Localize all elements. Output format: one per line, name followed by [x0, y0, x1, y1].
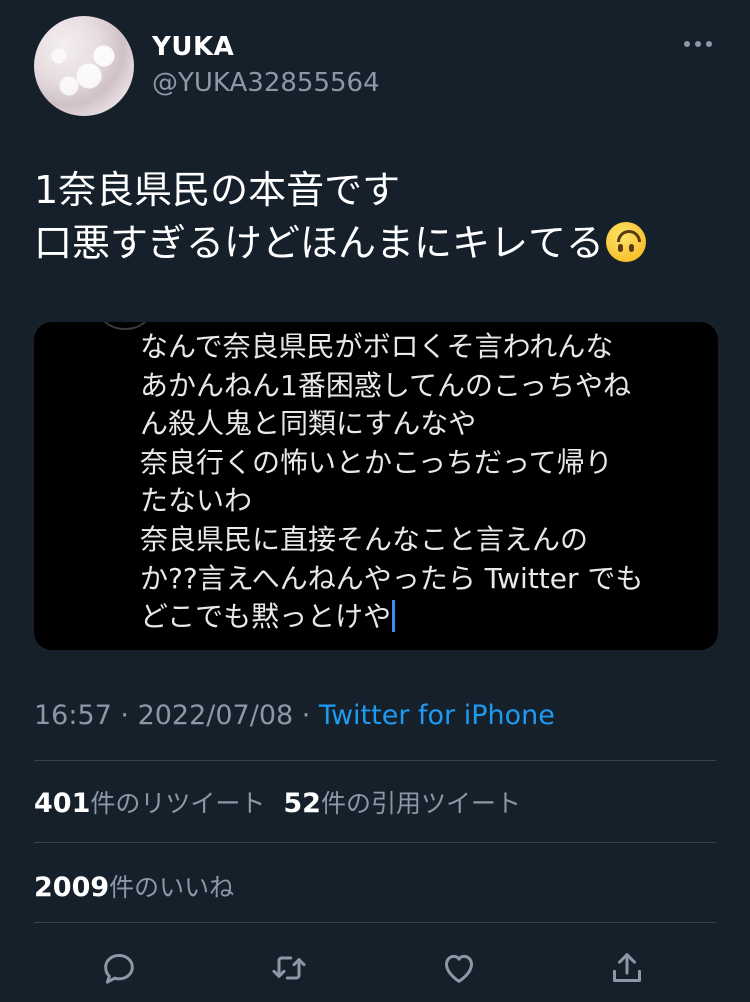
- quotes-count: 52: [283, 788, 321, 819]
- likes-count: 2009: [34, 872, 110, 903]
- tweet-text: 1奈良県民の本音です 口悪すぎるけどほんまにキレてる: [34, 164, 724, 270]
- display-name[interactable]: YUKA: [152, 32, 234, 62]
- media-line: なんで奈良県民がボロくそ言われんな: [140, 330, 614, 363]
- divider: [34, 842, 716, 843]
- like-icon: [445, 954, 473, 983]
- action-bar: [0, 940, 750, 996]
- like-button[interactable]: [437, 946, 481, 990]
- tweet-date: 2022/07/08: [137, 700, 294, 731]
- text-caret: [392, 600, 396, 633]
- tweet-time: 16:57: [34, 700, 112, 731]
- retweets-stat[interactable]: 401件のリツイート: [34, 788, 266, 819]
- divider: [34, 922, 716, 923]
- tweet-line: 口悪すぎるけどほんまにキレてる: [34, 221, 605, 265]
- reply-button[interactable]: [97, 946, 141, 990]
- tweet-line: 1奈良県民の本音です: [34, 168, 401, 212]
- retweets-count: 401: [34, 788, 91, 819]
- media-line: か??言えへんねんやったら Twitter でも: [140, 561, 644, 595]
- media-line: 奈良行くの怖いとかこっちだって帰り: [140, 445, 613, 479]
- retweet-quote-stats: 401件のリツイート 52件の引用ツイート: [34, 784, 521, 820]
- media-line: たないわ: [140, 484, 253, 518]
- retweet-button[interactable]: [267, 946, 311, 990]
- meta-separator: ·: [293, 700, 319, 731]
- retweet-icon: [272, 956, 306, 980]
- upside-down-face-emoji-icon: [606, 222, 647, 262]
- media-line-last: どこでも黙っとけや: [140, 598, 710, 637]
- tweet-line-with-emoji: 口悪すぎるけどほんまにキレてる: [34, 217, 724, 270]
- share-button[interactable]: [605, 946, 649, 990]
- user-handle[interactable]: @YUKA32855564: [152, 68, 380, 98]
- tweet-meta: 16:57 · 2022/07/08 · Twitter for iPhone: [34, 700, 555, 731]
- media-line: 奈良県民に直接そんなこと言えんの: [140, 522, 589, 556]
- retweets-label: 件のリツイート: [90, 789, 266, 818]
- media-line: あかんねん1番困惑してんのこっちやね: [140, 368, 632, 402]
- media-text: なんで奈良県民がボロくそ言われんな あかんねん1番困惑してんのこっちやね ん殺人…: [140, 328, 710, 637]
- media-line: ん殺人鬼と同類にすんなや: [140, 407, 477, 441]
- media-image[interactable]: なんで奈良県民がボロくそ言われんな あかんねん1番困惑してんのこっちやね ん殺人…: [34, 322, 718, 650]
- media-line: どこでも黙っとけや: [140, 600, 392, 634]
- share-icon: [613, 953, 641, 982]
- divider: [34, 760, 716, 761]
- meta-separator: ·: [111, 700, 138, 731]
- more-options-icon[interactable]: [684, 34, 718, 54]
- avatar[interactable]: [34, 16, 134, 116]
- reply-icon: [104, 954, 134, 984]
- likes-stat[interactable]: 2009件のいいね: [34, 868, 234, 904]
- tweet-source-link[interactable]: Twitter for iPhone: [319, 700, 555, 731]
- likes-label: 件のいいね: [109, 873, 235, 902]
- quotes-label: 件の引用ツイート: [320, 789, 521, 818]
- quotes-stat[interactable]: 52件の引用ツイート: [283, 788, 521, 819]
